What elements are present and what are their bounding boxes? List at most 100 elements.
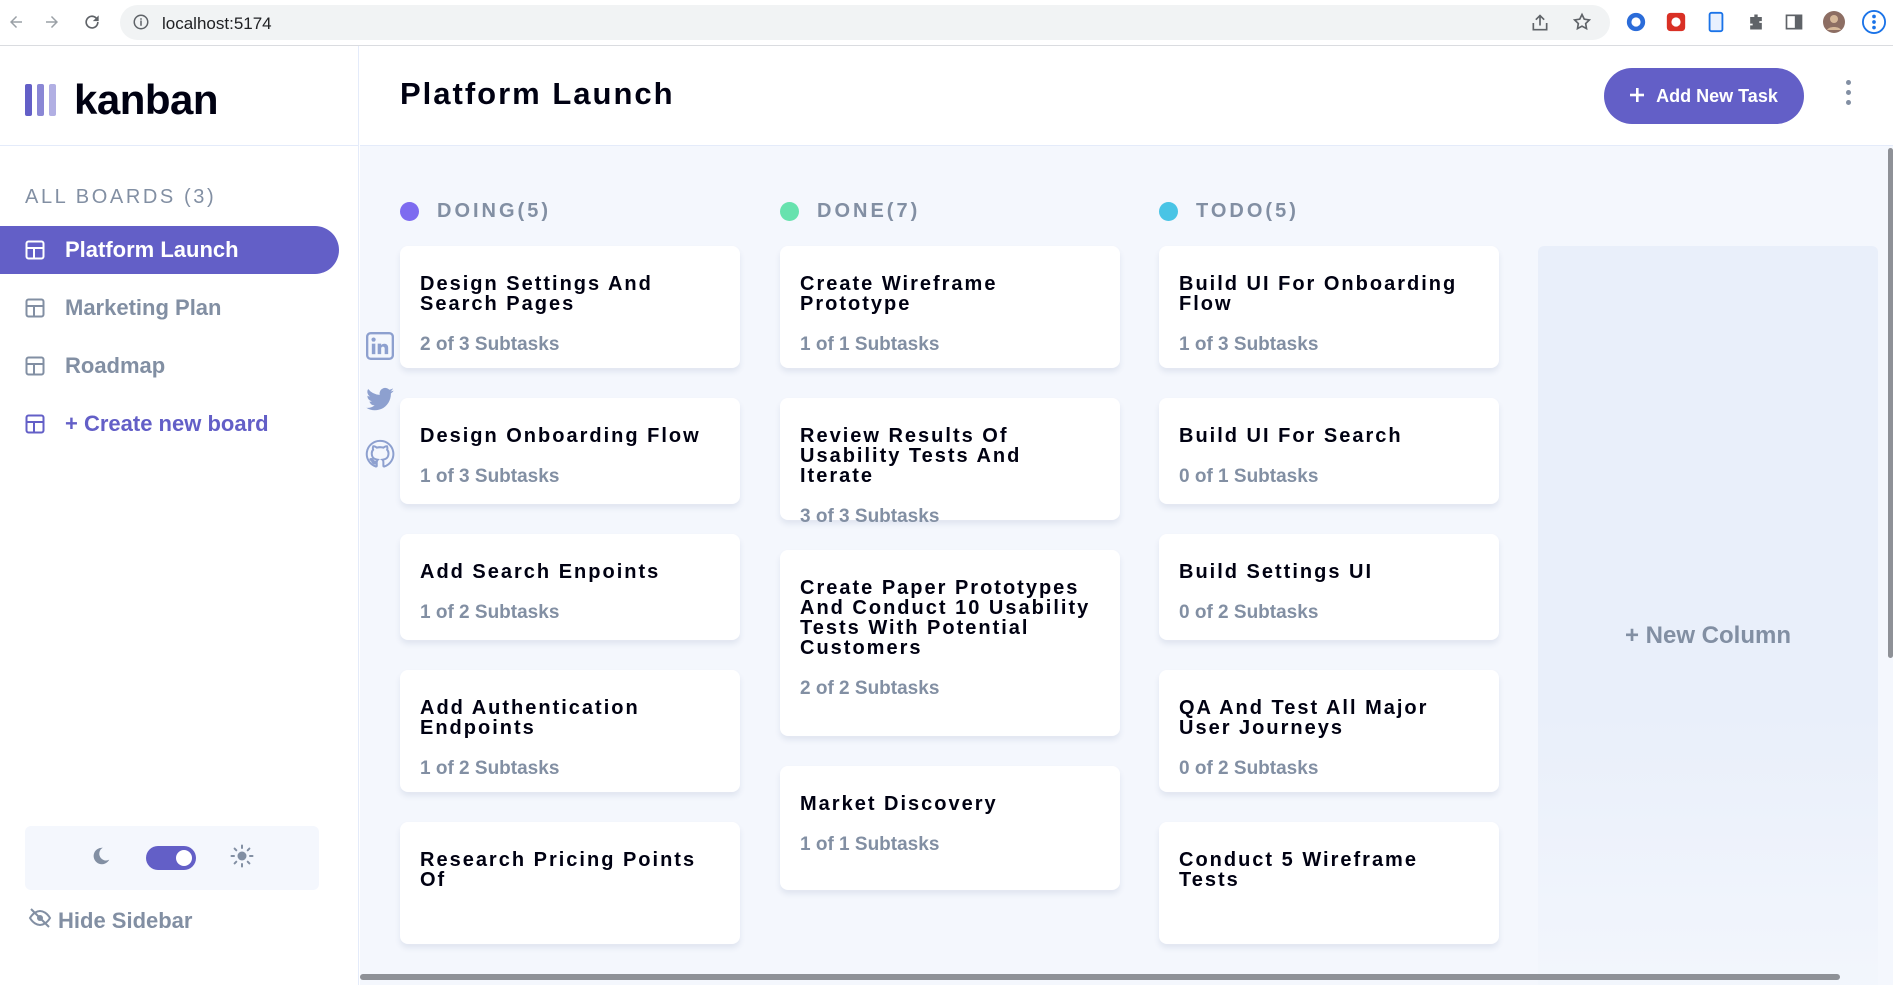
share-icon[interactable] <box>1530 13 1550 38</box>
task-subtasks: 0 of 1 Subtasks <box>1179 466 1319 487</box>
task-subtasks: 0 of 2 Subtasks <box>1179 758 1319 779</box>
task-subtasks: 1 of 1 Subtasks <box>800 834 940 855</box>
task-title: Build UI For Onboarding Flow <box>1179 273 1458 315</box>
sidebar-item-label: Roadmap <box>65 353 166 378</box>
extensions-puzzle-icon[interactable] <box>1744 10 1768 34</box>
kanban-app: kanban ALL BOARDS (3) Platform Launch Ma… <box>0 46 1893 985</box>
task-subtasks: 1 of 3 Subtasks <box>420 466 560 487</box>
task-subtasks: 1 of 2 Subtasks <box>420 602 560 623</box>
task-card[interactable]: Create Wireframe Prototype 1 of 1 Subtas… <box>780 246 1120 368</box>
plus-icon <box>1630 86 1645 107</box>
column-name: DOING(5) <box>437 199 551 222</box>
task-title: Market Discovery <box>800 793 998 815</box>
side-panel-icon[interactable] <box>1782 10 1806 34</box>
task-title: Research Pricing Points Of <box>420 849 697 891</box>
hide-sidebar-button[interactable]: Hide Sidebar <box>28 908 192 934</box>
page-title: Platform Launch <box>400 76 675 111</box>
linkedin-icon[interactable] <box>364 330 396 362</box>
task-card[interactable]: Design Onboarding Flow 1 of 3 Subtasks <box>400 398 740 504</box>
column-color-dot <box>400 201 419 221</box>
board-header: Platform Launch Add New Task <box>360 46 1893 146</box>
horizontal-scrollbar[interactable] <box>360 974 1840 980</box>
add-new-task-button[interactable]: Add New Task <box>1604 68 1804 124</box>
theme-toggle <box>25 826 319 890</box>
address-bar[interactable]: localhost:5174 <box>120 5 1610 40</box>
sidebar-item-label: Marketing Plan <box>65 295 222 320</box>
task-subtasks: 2 of 2 Subtasks <box>800 678 940 699</box>
task-title: Create Paper Prototypes And Conduct 10 U… <box>800 577 1091 659</box>
task-card[interactable]: Build Settings UI 0 of 2 Subtasks <box>1159 534 1499 640</box>
task-subtasks: 2 of 3 Subtasks <box>420 334 560 355</box>
board-icon <box>25 356 45 376</box>
task-title: Review Results Of Usability Tests And It… <box>800 425 1022 487</box>
eye-slash-icon <box>28 908 52 934</box>
bookmark-star-icon[interactable] <box>1572 12 1592 37</box>
hide-sidebar-label: Hide Sidebar <box>58 908 193 933</box>
column-name: DONE(7) <box>817 199 921 222</box>
task-title: Create Wireframe Prototype <box>800 273 998 315</box>
board-icon <box>25 240 45 260</box>
board-options-icon[interactable] <box>1846 80 1851 105</box>
column-todo: TODO(5) Build UI For Onboarding Flow 1 o… <box>1159 196 1499 974</box>
new-column-button[interactable]: + New Column <box>1538 246 1878 985</box>
sidebar-item-roadmap[interactable]: Roadmap <box>0 342 339 390</box>
task-subtasks: 1 of 3 Subtasks <box>1179 334 1319 355</box>
site-info-icon[interactable] <box>132 13 150 36</box>
task-subtasks: 3 of 3 Subtasks <box>800 506 940 527</box>
twitter-icon[interactable] <box>364 384 396 416</box>
task-card[interactable]: Market Discovery 1 of 1 Subtasks <box>780 766 1120 890</box>
column-name: TODO(5) <box>1196 199 1299 222</box>
extension-doc-icon[interactable] <box>1704 10 1728 34</box>
logo: kanban <box>25 76 219 124</box>
reload-icon[interactable] <box>80 10 104 34</box>
task-card[interactable]: Add Authentication Endpoints 1 of 2 Subt… <box>400 670 740 792</box>
task-card[interactable]: Build UI For Onboarding Flow 1 of 3 Subt… <box>1159 246 1499 368</box>
task-card[interactable]: QA And Test All Major User Journeys 0 of… <box>1159 670 1499 792</box>
create-board-label: + Create new board <box>65 411 269 436</box>
create-new-board-button[interactable]: + Create new board <box>0 400 339 448</box>
sidebar-item-marketing-plan[interactable]: Marketing Plan <box>0 284 339 332</box>
sidebar-item-platform-launch[interactable]: Platform Launch <box>0 226 339 274</box>
task-card[interactable]: Build UI For Search 0 of 1 Subtasks <box>1159 398 1499 504</box>
sidebar-divider <box>0 145 359 146</box>
task-title: Add Search Enpoints <box>420 561 661 583</box>
task-title: Build UI For Search <box>1179 425 1403 447</box>
task-card[interactable]: Design Settings And Search Pages 2 of 3 … <box>400 246 740 368</box>
column-done: DONE(7) Create Wireframe Prototype 1 of … <box>780 196 1120 920</box>
browser-menu-icon[interactable] <box>1862 10 1886 34</box>
browser-toolbar: localhost:5174 <box>0 0 1893 46</box>
board-area: DOING(5) Design Settings And Search Page… <box>360 146 1893 985</box>
task-title: Conduct 5 Wireframe Tests <box>1179 849 1418 891</box>
task-card[interactable]: Research Pricing Points Of <box>400 822 740 944</box>
task-subtasks: 1 of 2 Subtasks <box>420 758 560 779</box>
task-title: QA And Test All Major User Journeys <box>1179 697 1429 739</box>
theme-switch[interactable] <box>146 846 196 870</box>
logo-bars-icon <box>25 84 56 116</box>
back-icon[interactable] <box>4 10 28 34</box>
sidebar-item-label: Platform Launch <box>65 237 239 262</box>
task-subtasks: 1 of 1 Subtasks <box>800 334 940 355</box>
profile-avatar-icon[interactable] <box>1822 10 1846 34</box>
column-color-dot <box>780 201 799 221</box>
task-card[interactable]: Review Results Of Usability Tests And It… <box>780 398 1120 527</box>
board-list: Platform Launch Marketing Plan Roadmap +… <box>0 226 339 458</box>
board-icon <box>25 414 45 434</box>
vertical-scrollbar[interactable] <box>1888 148 1893 658</box>
add-task-label: Add New Task <box>1656 85 1778 106</box>
board-icon <box>25 298 45 318</box>
logo-text: kanban <box>74 76 219 123</box>
column-color-dot <box>1159 201 1178 221</box>
task-card[interactable]: Add Search Enpoints 1 of 2 Subtasks <box>400 534 740 640</box>
forward-icon[interactable] <box>40 10 64 34</box>
task-card[interactable]: Create Paper Prototypes And Conduct 10 U… <box>780 550 1120 736</box>
task-card[interactable]: Conduct 5 Wireframe Tests <box>1159 822 1499 944</box>
github-icon[interactable] <box>364 438 396 470</box>
sun-icon <box>230 844 254 873</box>
column-doing: DOING(5) Design Settings And Search Page… <box>400 196 740 974</box>
task-title: Build Settings UI <box>1179 561 1373 583</box>
extension-red-icon[interactable] <box>1664 10 1688 34</box>
boards-heading: ALL BOARDS (3) <box>25 186 217 208</box>
extension-blue-icon[interactable] <box>1624 10 1648 34</box>
sidebar: kanban ALL BOARDS (3) Platform Launch Ma… <box>0 46 359 985</box>
task-subtasks: 0 of 2 Subtasks <box>1179 602 1319 623</box>
